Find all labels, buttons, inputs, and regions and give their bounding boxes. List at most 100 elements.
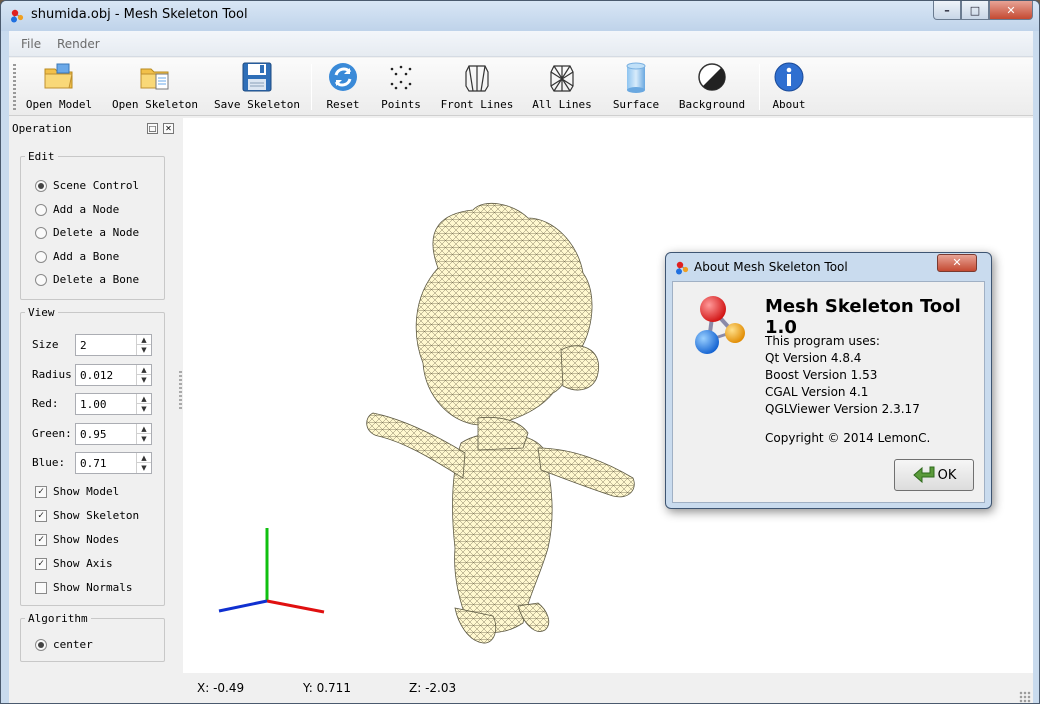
toolbar-label: Open Skeleton bbox=[111, 98, 199, 111]
open-folder-icon bbox=[44, 63, 73, 89]
reset-button[interactable]: Reset bbox=[323, 60, 363, 114]
toolbar-grip[interactable] bbox=[13, 64, 16, 110]
radio-indicator bbox=[35, 203, 47, 216]
green-spinbox[interactable]: ▲▼ bbox=[75, 423, 152, 445]
close-button[interactable]: ✕ bbox=[989, 1, 1033, 20]
checkmark-icon: ✓ bbox=[35, 509, 47, 522]
radio-delete-bone[interactable]: Delete a Bone bbox=[35, 273, 139, 286]
edit-legend: Edit bbox=[28, 150, 55, 163]
radio-scene-control[interactable]: Scene Control bbox=[35, 179, 139, 192]
algorithm-group: Algorithm center bbox=[20, 612, 165, 662]
radio-center[interactable]: center bbox=[35, 638, 93, 651]
spin-down-icon[interactable]: ▼ bbox=[137, 434, 151, 444]
toolbar-separator bbox=[759, 64, 760, 110]
title-bar[interactable]: shumida.obj - Mesh Skeleton Tool – □ ✕ bbox=[1, 1, 1039, 31]
radio-indicator bbox=[35, 179, 47, 192]
toolbar-label: Open Model bbox=[25, 98, 93, 111]
spin-down-icon[interactable]: ▼ bbox=[137, 404, 151, 414]
about-button[interactable]: About bbox=[771, 60, 807, 114]
checkbox-label: Show Axis bbox=[53, 557, 113, 570]
front-lines-button[interactable]: Front Lines bbox=[439, 60, 515, 114]
green-label: Green: bbox=[32, 427, 72, 440]
show-axis-checkbox[interactable]: ✓ Show Axis bbox=[35, 557, 113, 570]
red-spinbox[interactable]: ▲▼ bbox=[75, 393, 152, 415]
checkmark-icon: ✓ bbox=[35, 533, 47, 546]
radio-indicator bbox=[35, 273, 47, 286]
size-input[interactable] bbox=[76, 335, 136, 355]
toolbar-label: Save Skeleton bbox=[213, 98, 301, 111]
open-model-button[interactable]: Open Model bbox=[25, 60, 93, 114]
show-model-checkbox[interactable]: ✓ Show Model bbox=[35, 485, 119, 498]
x-axis-line bbox=[266, 599, 325, 614]
points-button[interactable]: Points bbox=[381, 60, 421, 114]
radius-spinbox[interactable]: ▲▼ bbox=[75, 364, 152, 386]
points-icon bbox=[390, 65, 412, 90]
radio-indicator bbox=[35, 250, 47, 263]
surface-button[interactable]: Surface bbox=[611, 60, 661, 114]
checkbox-label: Show Skeleton bbox=[53, 509, 140, 522]
dock-float-button[interactable]: □ bbox=[147, 123, 158, 134]
radius-input[interactable] bbox=[76, 365, 136, 385]
toolbar-label: Surface bbox=[612, 98, 660, 111]
menu-bar: File Render bbox=[9, 31, 1033, 57]
spin-up-icon[interactable]: ▲ bbox=[137, 453, 151, 463]
coord-y: Y: 0.711 bbox=[303, 681, 351, 695]
radius-label: Radius bbox=[32, 368, 72, 381]
checkbox-label: Show Model bbox=[53, 485, 120, 498]
all-lines-button[interactable]: All Lines bbox=[531, 60, 593, 114]
menu-file[interactable]: File bbox=[21, 37, 41, 51]
spin-up-icon[interactable]: ▲ bbox=[137, 394, 151, 404]
show-nodes-checkbox[interactable]: ✓ Show Nodes bbox=[35, 533, 119, 546]
open-file-icon bbox=[140, 68, 169, 90]
blue-input[interactable] bbox=[76, 453, 136, 473]
spin-up-icon[interactable]: ▲ bbox=[137, 335, 151, 345]
algorithm-legend: Algorithm bbox=[28, 612, 88, 625]
dock-close-button[interactable]: ✕ bbox=[163, 123, 174, 134]
save-skeleton-button[interactable]: Save Skeleton bbox=[213, 60, 301, 114]
app-logo-icon bbox=[676, 261, 689, 275]
coord-x: X: -0.49 bbox=[197, 681, 245, 695]
ok-button[interactable]: OK bbox=[894, 459, 974, 491]
mesh-model bbox=[366, 203, 635, 644]
about-close-button[interactable]: ✕ bbox=[937, 254, 977, 272]
dock-splitter[interactable] bbox=[179, 371, 182, 411]
checkbox-label: Show Normals bbox=[53, 581, 133, 594]
empty-checkbox-icon bbox=[35, 581, 47, 594]
minimize-button[interactable]: – bbox=[933, 1, 961, 20]
about-title: About Mesh Skeleton Tool bbox=[694, 260, 848, 274]
spin-down-icon[interactable]: ▼ bbox=[137, 345, 151, 355]
show-skeleton-checkbox[interactable]: ✓ Show Skeleton bbox=[35, 509, 139, 522]
background-button[interactable]: Background bbox=[677, 60, 747, 114]
radio-label: center bbox=[53, 638, 93, 651]
maximize-button[interactable]: □ bbox=[961, 1, 989, 20]
spin-down-icon[interactable]: ▼ bbox=[137, 463, 151, 473]
about-line: QGLViewer Version 2.3.17 bbox=[765, 402, 920, 416]
spin-up-icon[interactable]: ▲ bbox=[137, 424, 151, 434]
toolbar-separator bbox=[311, 64, 312, 110]
show-normals-checkbox[interactable]: Show Normals bbox=[35, 581, 132, 594]
menu-render[interactable]: Render bbox=[57, 37, 100, 51]
info-icon bbox=[774, 62, 804, 92]
window-title: shumida.obj - Mesh Skeleton Tool bbox=[31, 7, 248, 22]
app-logo-icon bbox=[695, 296, 745, 354]
toolbar-label: Points bbox=[381, 98, 421, 111]
spin-down-icon[interactable]: ▼ bbox=[137, 375, 151, 385]
about-line: Boost Version 1.53 bbox=[765, 368, 878, 382]
about-title-bar[interactable]: About Mesh Skeleton Tool ✕ bbox=[666, 253, 991, 281]
dock-title: Operation bbox=[12, 122, 72, 135]
green-input[interactable] bbox=[76, 424, 136, 444]
resize-grip-icon[interactable] bbox=[1019, 691, 1031, 703]
radio-delete-node[interactable]: Delete a Node bbox=[35, 226, 139, 239]
checkmark-icon: ✓ bbox=[35, 485, 47, 498]
open-skeleton-button[interactable]: Open Skeleton bbox=[111, 60, 199, 114]
radio-add-bone[interactable]: Add a Bone bbox=[35, 250, 119, 263]
red-input[interactable] bbox=[76, 394, 136, 414]
coord-z: Z: -2.03 bbox=[409, 681, 457, 695]
size-spinbox[interactable]: ▲▼ bbox=[75, 334, 152, 356]
blue-label: Blue: bbox=[32, 456, 66, 469]
radio-label: Delete a Bone bbox=[53, 273, 140, 286]
radio-add-node[interactable]: Add a Node bbox=[35, 203, 119, 216]
blue-spinbox[interactable]: ▲▼ bbox=[75, 452, 152, 474]
spin-up-icon[interactable]: ▲ bbox=[137, 365, 151, 375]
radio-indicator bbox=[35, 638, 47, 651]
